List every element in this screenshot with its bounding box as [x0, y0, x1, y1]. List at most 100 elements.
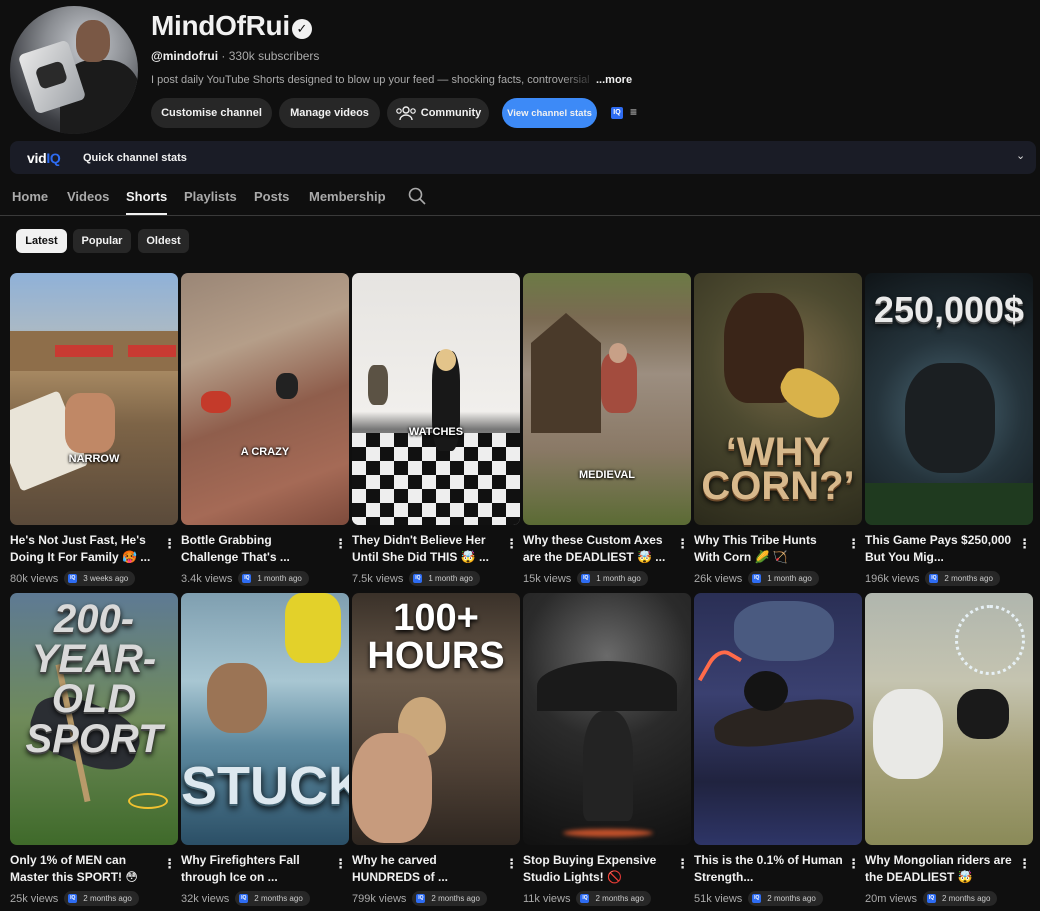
more-options-icon[interactable]: ⋮ — [505, 856, 518, 872]
vidiq-small-icon: IQ — [752, 574, 762, 583]
age-badge: IQ 2 months ago — [412, 891, 487, 906]
short-card[interactable]: 200-YEAR-OLD SPORT Only 1% of MEN can Ma… — [10, 593, 178, 911]
short-thumbnail[interactable] — [694, 593, 862, 845]
short-card[interactable]: 250,000$ This Game Pays $250,000 But You… — [865, 273, 1033, 593]
tab-membership[interactable]: Membership — [309, 189, 386, 204]
short-card[interactable]: Stop Buying Expensive Studio Lights! 🚫 ⋮… — [523, 593, 691, 911]
short-title[interactable]: This Game Pays $250,000 But You Mig... — [865, 532, 1015, 566]
age-badge: IQ 2 months ago — [576, 891, 651, 906]
short-thumbnail[interactable] — [865, 593, 1033, 845]
tab-playlists[interactable]: Playlists — [184, 189, 237, 204]
short-stats: 15k views IQ 1 month ago — [523, 571, 648, 586]
short-card[interactable]: A CRAZY Bottle Grabbing Challenge That's… — [181, 273, 349, 593]
short-title[interactable]: They Didn't Believe Her Until She Did TH… — [352, 532, 502, 566]
vidiq-small-icon: IQ — [68, 894, 78, 903]
short-thumbnail[interactable] — [523, 593, 691, 845]
short-thumbnail[interactable]: STUCK — [181, 593, 349, 845]
vidiq-small-icon: IQ — [239, 894, 249, 903]
tab-posts[interactable]: Posts — [254, 189, 289, 204]
search-icon[interactable] — [407, 186, 427, 206]
short-card[interactable]: NARROW He's Not Just Fast, He's Doing It… — [10, 273, 178, 593]
upload-age: 3 weeks ago — [83, 574, 129, 583]
more-options-icon[interactable]: ⋮ — [334, 536, 347, 552]
age-badge: IQ 2 months ago — [922, 891, 998, 906]
short-thumbnail[interactable]: 200-YEAR-OLD SPORT — [10, 593, 178, 845]
manage-videos-button[interactable]: Manage videos — [279, 98, 380, 128]
thumbnail-overlay-text: NARROW — [68, 453, 120, 465]
community-icon — [395, 106, 416, 121]
more-options-icon[interactable]: ⋮ — [847, 536, 860, 552]
vidiq-badge-icon[interactable]: IQ — [611, 107, 623, 119]
short-card[interactable]: Why Mongolian riders are the DEADLIEST 🤯… — [865, 593, 1033, 911]
short-title[interactable]: Only 1% of MEN can Master this SPORT! 😳 — [10, 852, 160, 886]
chip-popular[interactable]: Popular — [73, 229, 131, 253]
short-title[interactable]: Stop Buying Expensive Studio Lights! 🚫 — [523, 852, 673, 886]
short-card[interactable]: STUCK Why Firefighters Fall through Ice … — [181, 593, 349, 911]
community-button[interactable]: Community — [387, 98, 489, 128]
channel-avatar[interactable] — [10, 6, 138, 134]
more-link[interactable]: ...more — [596, 74, 632, 86]
upload-age: 1 month ago — [257, 574, 302, 583]
short-title[interactable]: Why Mongolian riders are the DEADLIEST 🤯 — [865, 852, 1015, 886]
verified-check-icon: ✓ — [292, 19, 312, 39]
chip-oldest[interactable]: Oldest — [138, 229, 189, 253]
vidiq-menu-icon[interactable]: ≡ — [630, 105, 637, 119]
short-card[interactable]: MEDIEVAL Why these Custom Axes are the D… — [523, 273, 691, 593]
short-title[interactable]: Bottle Grabbing Challenge That's ... — [181, 532, 331, 566]
thumbnail-overlay-text: A CRAZY — [240, 446, 290, 458]
chevron-down-icon[interactable]: ⌄ — [1016, 149, 1025, 162]
short-stats: 25k views IQ 2 months ago — [10, 891, 139, 906]
short-card[interactable]: ‘WHY CORN?’ Why This Tribe Hunts With Co… — [694, 273, 862, 593]
short-card[interactable]: This is the 0.1% of Human Strength... ⋮ … — [694, 593, 862, 911]
short-thumbnail[interactable]: 250,000$ — [865, 273, 1033, 525]
thumbnail-overlay-text: WATCHES — [408, 426, 464, 438]
community-label: Community — [420, 107, 482, 119]
tab-shorts[interactable]: Shorts — [126, 189, 168, 215]
tab-videos[interactable]: Videos — [67, 189, 109, 204]
customise-channel-button[interactable]: Customise channel — [151, 98, 272, 128]
thumbnail-overlay-text: STUCK — [181, 756, 349, 816]
short-title[interactable]: Why he carved HUNDREDS of ... — [352, 852, 502, 886]
short-stats: 26k views IQ 1 month ago — [694, 571, 819, 586]
channel-description[interactable]: I post daily YouTube Shorts designed to … — [151, 74, 597, 86]
upload-age: 1 month ago — [596, 574, 641, 583]
short-title[interactable]: Why these Custom Axes are the DEADLIEST … — [523, 532, 673, 566]
short-thumbnail[interactable]: 100+ HOURS — [352, 593, 520, 845]
short-title[interactable]: Why Firefighters Fall through Ice on ... — [181, 852, 331, 886]
vidiq-quick-stats-bar[interactable]: vidIQ Quick channel stats ⌄ — [10, 141, 1036, 174]
short-card[interactable]: WATCHES They Didn't Believe Her Until Sh… — [352, 273, 520, 593]
more-options-icon[interactable]: ⋮ — [1018, 856, 1031, 872]
more-options-icon[interactable]: ⋮ — [163, 536, 176, 552]
more-options-icon[interactable]: ⋮ — [334, 856, 347, 872]
short-stats: 80k views IQ 3 weeks ago — [10, 571, 136, 586]
short-stats: 7.5k views IQ 1 month ago — [352, 571, 480, 586]
short-thumbnail[interactable]: A CRAZY — [181, 273, 349, 525]
view-channel-stats-button[interactable]: View channel stats — [502, 98, 597, 128]
short-card[interactable]: 100+ HOURS Why he carved HUNDREDS of ...… — [352, 593, 520, 911]
view-count: 26k views — [694, 572, 743, 585]
more-options-icon[interactable]: ⋮ — [1018, 536, 1031, 552]
vidiq-small-icon: IQ — [242, 574, 252, 583]
vidiq-label: Quick channel stats — [83, 152, 187, 164]
short-thumbnail[interactable]: WATCHES — [352, 273, 520, 525]
short-thumbnail[interactable]: NARROW — [10, 273, 178, 525]
more-options-icon[interactable]: ⋮ — [163, 856, 176, 872]
more-options-icon[interactable]: ⋮ — [676, 536, 689, 552]
subscriber-count: 330k subscribers — [228, 49, 320, 63]
short-thumbnail[interactable]: ‘WHY CORN?’ — [694, 273, 862, 525]
view-count: 15k views — [523, 572, 572, 585]
more-options-icon[interactable]: ⋮ — [847, 856, 860, 872]
vidiq-small-icon: IQ — [580, 894, 590, 903]
upload-age: 2 months ago — [83, 894, 132, 903]
short-title[interactable]: This is the 0.1% of Human Strength... — [694, 852, 844, 886]
short-thumbnail[interactable]: MEDIEVAL — [523, 273, 691, 525]
more-options-icon[interactable]: ⋮ — [676, 856, 689, 872]
more-options-icon[interactable]: ⋮ — [505, 536, 518, 552]
channel-handle: @mindofrui — [151, 49, 219, 63]
chip-latest[interactable]: Latest — [16, 229, 67, 253]
short-title[interactable]: Why This Tribe Hunts With Corn 🌽 🏹 — [694, 532, 844, 566]
short-stats: 51k views IQ 2 months ago — [694, 891, 823, 906]
tab-home[interactable]: Home — [12, 189, 48, 204]
vidiq-small-icon: IQ — [413, 574, 423, 583]
short-title[interactable]: He's Not Just Fast, He's Doing It For Fa… — [10, 532, 160, 566]
